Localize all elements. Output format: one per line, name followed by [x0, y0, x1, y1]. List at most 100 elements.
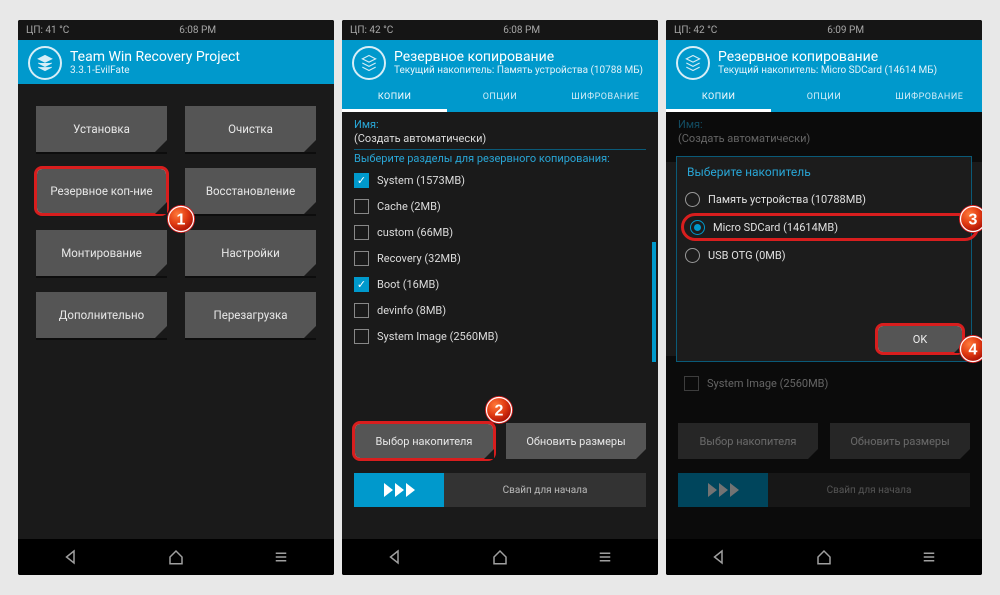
partition-row[interactable]: Recovery (32MB): [348, 245, 652, 271]
storage-option[interactable]: USB OTG (0MB): [685, 241, 963, 269]
recent-icon[interactable]: [596, 548, 614, 566]
screen-title: Резервное копирование: [394, 49, 643, 66]
storage-label: Память устройства (10788MB): [708, 193, 866, 206]
checkbox-icon[interactable]: [354, 303, 369, 318]
tab-encryption[interactable]: ШИФРОВАНИЕ: [553, 84, 658, 112]
swipe-slider: Свайп для начала: [678, 473, 970, 507]
storage-modal: Выберите накопитель Память устройства (1…: [676, 156, 972, 362]
partition-label: System Image (2560MB): [377, 330, 498, 343]
storage-info: Текущий накопитель: Память устройства (1…: [394, 65, 643, 77]
home-icon[interactable]: [167, 548, 185, 566]
phone-screen-1: ЦП: 41 °C 6:08 PM Team Win Recovery Proj…: [18, 20, 334, 575]
checkbox-icon[interactable]: [354, 225, 369, 240]
install-button[interactable]: Установка: [36, 106, 167, 152]
radio-icon[interactable]: [690, 220, 705, 235]
partition-row[interactable]: devinfo (8MB): [348, 297, 652, 323]
tab-encryption[interactable]: ШИФРОВАНИЕ: [877, 84, 982, 112]
phone-screen-2: ЦП: 42 °C 6:08 PM Резервное копирование …: [342, 20, 658, 575]
tab-options[interactable]: ОПЦИИ: [771, 84, 876, 112]
mount-button[interactable]: Монтирование: [36, 230, 167, 276]
partition-row[interactable]: System Image (2560MB): [348, 323, 652, 349]
status-bar: ЦП: 41 °C 6:08 PM: [18, 20, 334, 40]
screen-title: Резервное копирование: [718, 49, 937, 66]
checkbox-icon[interactable]: [354, 277, 369, 292]
swipe-label: Свайп для начала: [444, 485, 646, 496]
refresh-sizes-button[interactable]: Обновить размеры: [506, 423, 646, 459]
callout-badge-2: 2: [484, 395, 514, 425]
backup-screen-dimmed: Имя: (Создать автоматически) System Imag…: [666, 112, 982, 539]
partition-label: devinfo (8MB): [377, 304, 446, 317]
name-value[interactable]: (Создать автоматически): [354, 132, 646, 145]
home-icon[interactable]: [815, 548, 833, 566]
partition-label: System (1573MB): [377, 174, 465, 187]
clock: 6:09 PM: [717, 25, 974, 36]
partition-row[interactable]: custom (66MB): [348, 219, 652, 245]
partition-label: custom (66MB): [377, 226, 453, 239]
cpu-temp: ЦП: 41 °C: [26, 25, 69, 36]
backup-screen: Имя: (Создать автоматически) Выберите ра…: [342, 112, 658, 539]
android-navbar: [666, 539, 982, 575]
callout-badge-3: 3: [958, 204, 982, 234]
advanced-button[interactable]: Дополнительно: [36, 292, 167, 338]
app-version: 3.3.1-EvilFate: [70, 65, 240, 77]
name-value: (Создать автоматически): [678, 132, 970, 145]
back-icon[interactable]: [62, 548, 80, 566]
home-icon[interactable]: [491, 548, 509, 566]
storage-option[interactable]: Память устройства (10788MB): [685, 185, 963, 213]
callout-badge-1: 1: [166, 204, 196, 234]
checkbox-icon[interactable]: [354, 251, 369, 266]
tab-options[interactable]: ОПЦИИ: [447, 84, 552, 112]
radio-icon[interactable]: [685, 248, 700, 263]
partition-row: System Image (2560MB): [678, 370, 970, 396]
swipe-arrows-icon: [678, 473, 768, 507]
header: Team Win Recovery Project 3.3.1-EvilFate: [18, 40, 334, 84]
partition-label: Recovery (32MB): [377, 252, 461, 265]
status-bar: ЦП: 42 °C 6:09 PM: [666, 20, 982, 40]
partition-row[interactable]: Cache (2MB): [348, 193, 652, 219]
swipe-label: Свайп для начала: [768, 485, 970, 496]
storage-option-selected[interactable]: Micro SDCard (14614MB): [681, 213, 979, 241]
select-storage-button[interactable]: Выбор накопителя: [354, 423, 494, 459]
partition-label: Cache (2MB): [377, 200, 441, 213]
tab-backup[interactable]: КОПИИ: [342, 84, 447, 112]
restore-button[interactable]: Восстановление: [185, 168, 316, 214]
checkbox-icon[interactable]: [354, 173, 369, 188]
backup-button[interactable]: Резервное коп-ние: [36, 168, 167, 214]
twrp-logo-icon: [352, 46, 386, 80]
checkbox-icon[interactable]: [354, 199, 369, 214]
radio-icon[interactable]: [685, 192, 700, 207]
back-icon[interactable]: [710, 548, 728, 566]
wipe-button[interactable]: Очистка: [185, 106, 316, 152]
swipe-slider[interactable]: Свайп для начала: [354, 473, 646, 507]
settings-button[interactable]: Настройки: [185, 230, 316, 276]
partition-row[interactable]: System (1573MB): [348, 167, 652, 193]
app-title: Team Win Recovery Project: [70, 49, 240, 66]
android-navbar: [18, 539, 334, 575]
reboot-button[interactable]: Перезагрузка: [185, 292, 316, 338]
storage-label: Micro SDCard (14614MB): [713, 221, 838, 234]
select-partitions-label: Выберите разделы для резервного копирова…: [354, 152, 646, 165]
phone-screen-3: ЦП: 42 °C 6:09 PM Резервное копирование …: [666, 20, 982, 575]
scrollbar[interactable]: [652, 242, 656, 362]
tabs: КОПИИ ОПЦИИ ШИФРОВАНИЕ: [666, 84, 982, 112]
svg-text:4: 4: [969, 342, 978, 359]
refresh-sizes-button: Обновить размеры: [830, 423, 970, 459]
divider: [354, 149, 646, 150]
svg-text:3: 3: [969, 212, 978, 229]
main-menu: Установка Очистка Резервное коп-ние Восс…: [18, 84, 334, 539]
partition-list: System (1573MB) Cache (2MB) custom (66MB…: [342, 167, 658, 349]
callout-badge-4: 4: [958, 334, 982, 364]
name-label: Имя:: [354, 118, 646, 131]
recent-icon[interactable]: [920, 548, 938, 566]
swipe-arrows-icon: [354, 473, 444, 507]
checkbox-icon[interactable]: [354, 329, 369, 344]
recent-icon[interactable]: [272, 548, 290, 566]
cpu-temp: ЦП: 42 °C: [350, 25, 393, 36]
tab-backup[interactable]: КОПИИ: [666, 84, 771, 112]
ok-button[interactable]: OK: [877, 325, 963, 353]
partition-row[interactable]: Boot (16MB): [348, 271, 652, 297]
clock: 6:08 PM: [69, 25, 326, 36]
back-icon[interactable]: [386, 548, 404, 566]
android-navbar: [342, 539, 658, 575]
clock: 6:08 PM: [393, 25, 650, 36]
